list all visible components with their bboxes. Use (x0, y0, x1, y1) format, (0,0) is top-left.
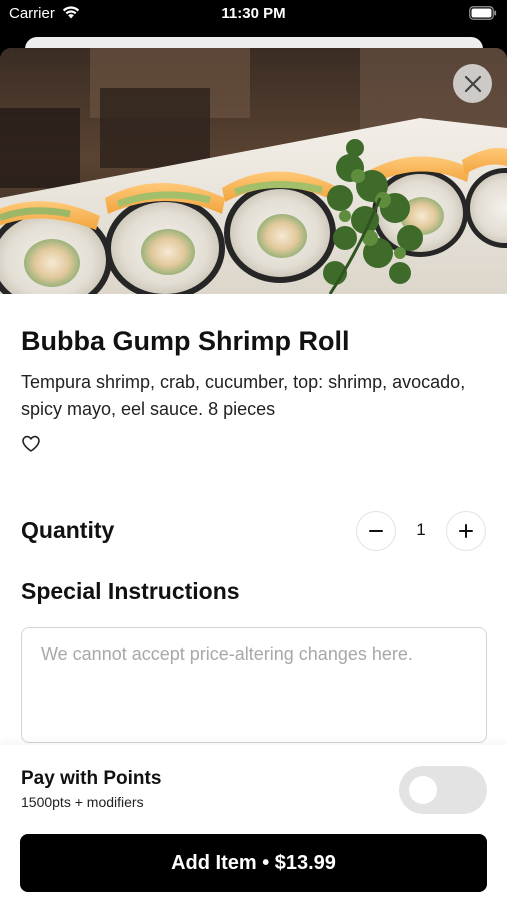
quantity-label: Quantity (21, 517, 115, 543)
favorite-button[interactable] (21, 434, 41, 454)
item-title: Bubba Gump Shrimp Roll (21, 326, 350, 356)
screen: Carrier 11:30 PM Bubba Gump Shrimp Roll … (0, 0, 507, 900)
status-bar: Carrier 11:30 PM (0, 0, 507, 30)
toggle-knob (409, 776, 437, 804)
sushi-photo (0, 48, 507, 294)
status-time: 11:30 PM (221, 5, 286, 22)
item-detail-sheet: Bubba Gump Shrimp Roll Tempura shrimp, c… (0, 48, 507, 900)
battery-icon (469, 6, 497, 20)
order-footer: Pay with Points 1500pts + modifiers Add … (0, 745, 507, 900)
quantity-increment-button[interactable] (446, 511, 486, 551)
quantity-decrement-button[interactable] (356, 511, 396, 551)
item-photo (0, 48, 507, 294)
pay-with-points-label: Pay with Points (21, 768, 162, 789)
pay-with-points-subtitle: 1500pts + modifiers (21, 794, 144, 810)
quantity-value: 1 (416, 520, 426, 539)
close-button[interactable] (453, 64, 492, 103)
special-instructions-input[interactable] (21, 627, 487, 743)
special-instructions-label: Special Instructions (21, 578, 240, 604)
heart-outline-icon (22, 435, 40, 452)
item-description: Tempura shrimp, crab, cucumber, top: shr… (21, 372, 466, 419)
plus-icon (459, 524, 473, 538)
add-item-button[interactable]: Add Item • $13.99 (20, 834, 487, 892)
minus-icon (369, 530, 383, 532)
pay-with-points-toggle[interactable] (399, 766, 487, 814)
close-icon (464, 75, 481, 92)
